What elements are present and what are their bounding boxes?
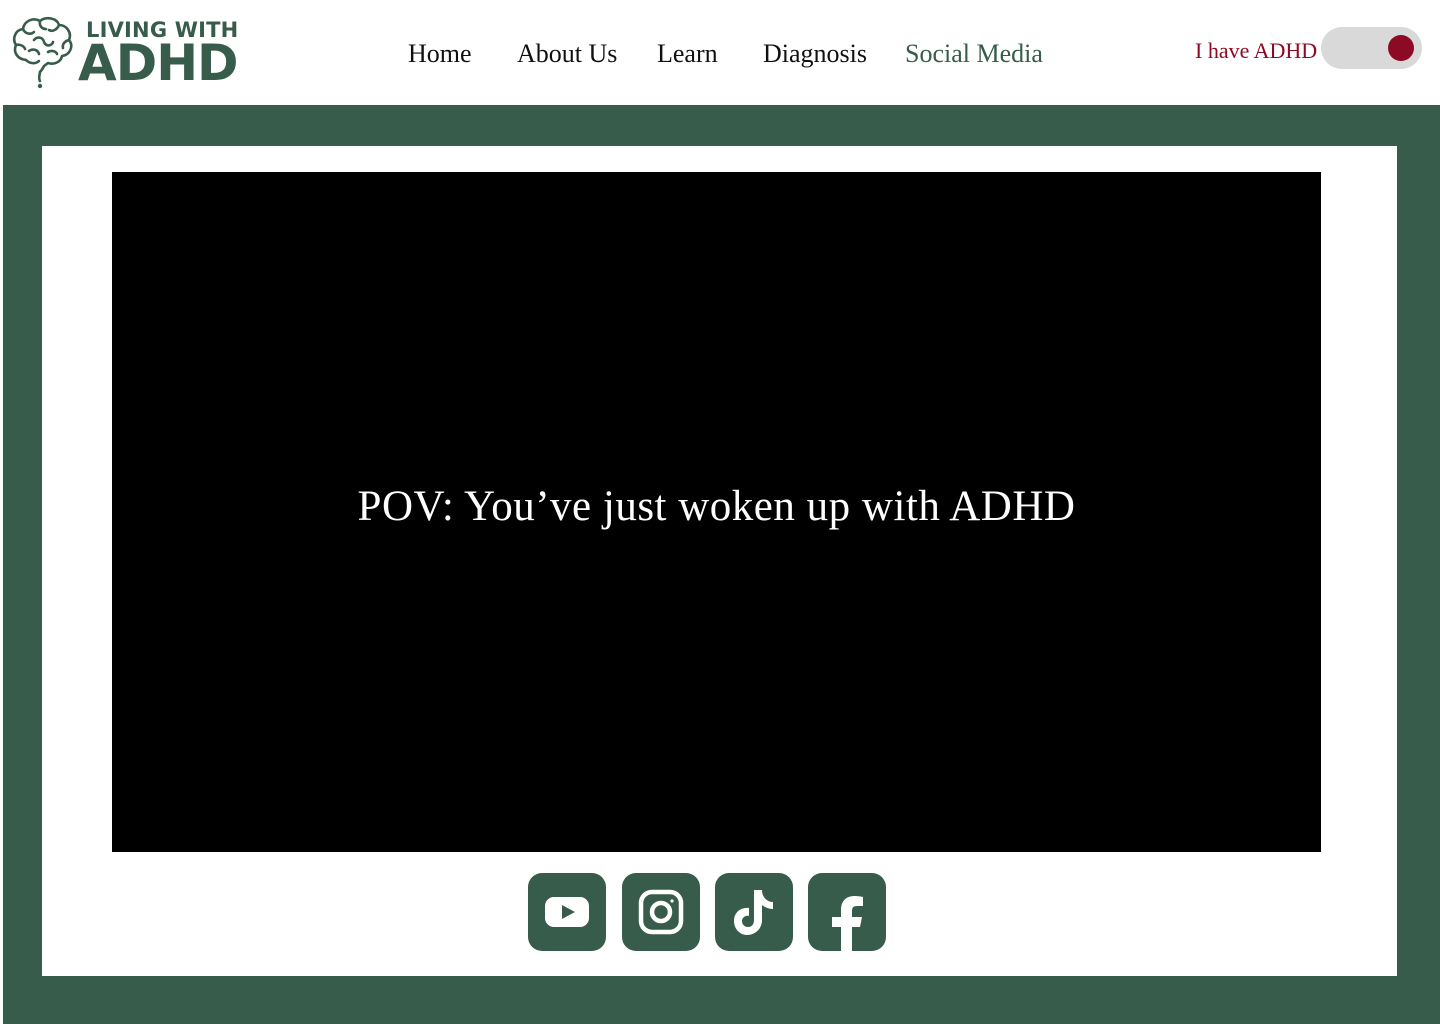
- logo-wordmark: ADHD: [78, 34, 239, 92]
- tiktok-icon: [734, 890, 773, 935]
- facebook-icon: [832, 896, 863, 951]
- nav-social-media[interactable]: Social Media: [905, 36, 1043, 72]
- brain-icon: [12, 16, 73, 89]
- youtube-link[interactable]: [528, 873, 606, 951]
- site-header: LIVING WITH ADHD Home About Us Learn Dia…: [0, 0, 1440, 105]
- adhd-toggle-switch[interactable]: [1321, 27, 1422, 69]
- nav-learn[interactable]: Learn: [657, 36, 718, 72]
- facebook-link[interactable]: [808, 873, 886, 951]
- site-logo[interactable]: LIVING WITH ADHD: [12, 14, 239, 92]
- nav-home[interactable]: Home: [408, 36, 472, 72]
- adhd-toggle-label: I have ADHD: [1195, 38, 1318, 63]
- youtube-icon: [545, 897, 589, 927]
- toggle-knob: [1388, 35, 1414, 61]
- video-caption: POV: You’ve just woken up with ADHD: [357, 483, 1076, 530]
- instagram-icon: [638, 889, 684, 935]
- nav-diagnosis[interactable]: Diagnosis: [763, 36, 867, 72]
- video-player[interactable]: POV: You’ve just woken up with ADHD: [112, 172, 1321, 852]
- instagram-link[interactable]: [622, 873, 700, 951]
- tiktok-link[interactable]: [715, 873, 793, 951]
- nav-about-us[interactable]: About Us: [517, 36, 617, 72]
